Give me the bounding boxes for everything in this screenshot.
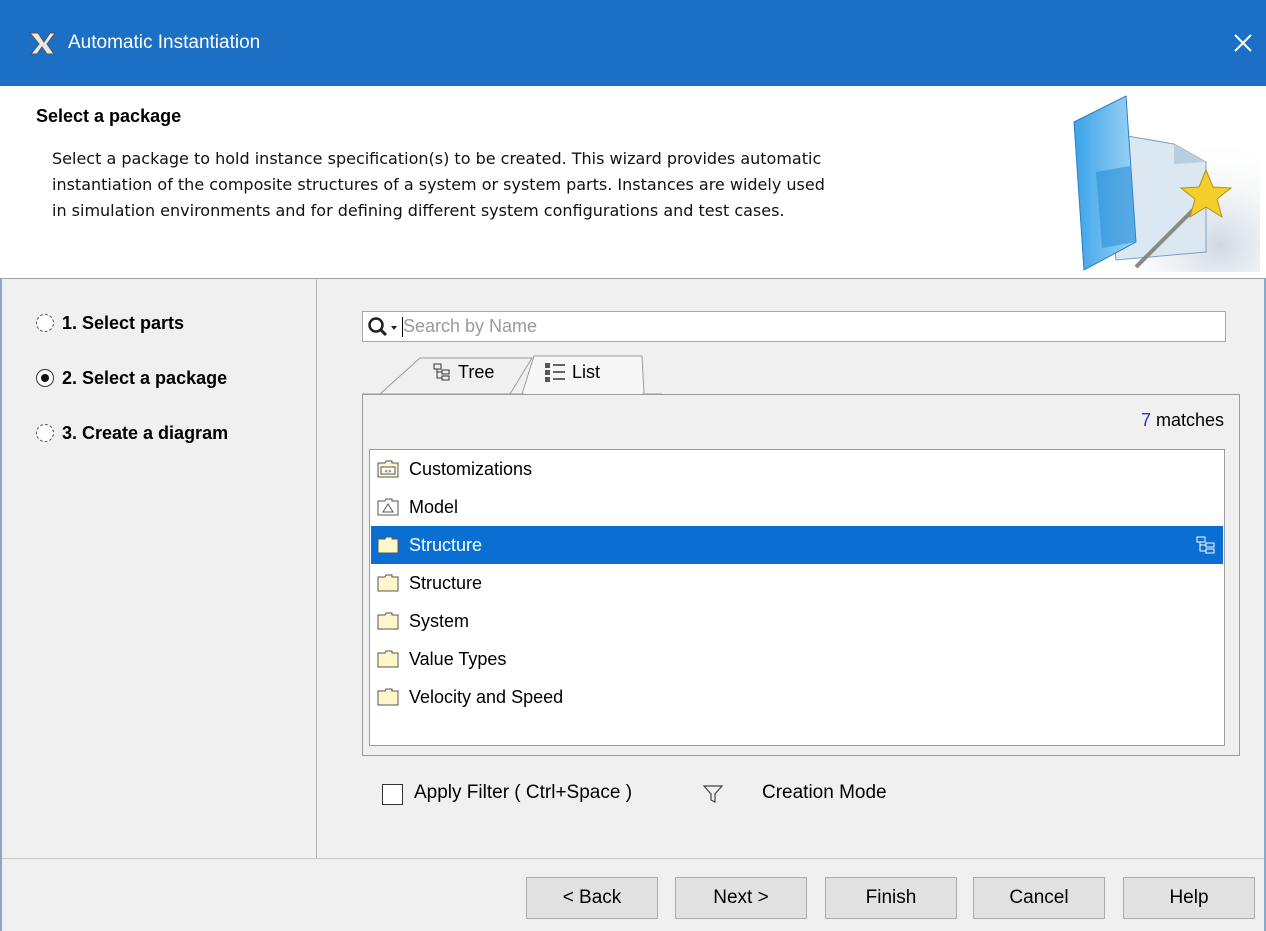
search-input[interactable] [401, 313, 1213, 340]
list-item[interactable]: System [371, 602, 1223, 640]
help-button[interactable]: Help [1123, 877, 1255, 919]
list-item-label: Structure [409, 534, 483, 555]
button-bar-divider [2, 858, 1264, 859]
close-icon [1234, 34, 1252, 52]
show-in-tree-icon[interactable] [1195, 535, 1217, 555]
list-item-label: Customizations [409, 458, 533, 479]
tab-list[interactable]: List [544, 358, 600, 386]
wizard-folder-icon [1056, 92, 1260, 272]
window-title: Automatic Instantiation [68, 32, 261, 53]
vertical-divider [316, 278, 317, 858]
step-label: 1. Select parts [62, 312, 185, 333]
package-list[interactable]: «» Customizations Model Structure Struct… [369, 449, 1225, 746]
package-icon [377, 688, 399, 706]
creation-mode-link[interactable]: Creation Mode [762, 782, 887, 804]
step-radio[interactable] [36, 314, 54, 332]
wizard-header: Select a package Select a package to hol… [0, 86, 1266, 279]
package-icon [377, 536, 399, 554]
step-label: 3. Create a diagram [62, 422, 229, 443]
apply-filter-checkbox[interactable] [382, 784, 403, 805]
step-select-parts[interactable]: 1. Select parts [36, 310, 228, 336]
list-icon [545, 363, 565, 382]
search-icon[interactable] [367, 316, 403, 338]
match-count: 7 matches [1141, 410, 1224, 431]
page-description: Select a package to hold instance specif… [52, 146, 1052, 224]
title-bar: Automatic Instantiation [0, 0, 1266, 86]
step-radio[interactable] [36, 369, 54, 387]
tab-list-label: List [572, 361, 601, 382]
finish-button[interactable]: Finish [825, 877, 957, 919]
tab-strip [362, 355, 662, 395]
list-item-label: Velocity and Speed [409, 686, 564, 707]
match-count-number: 7 [1140, 410, 1151, 430]
apply-filter-label[interactable]: Apply Filter ( Ctrl+Space ) [414, 782, 632, 804]
list-item-label: Value Types [409, 648, 507, 669]
list-item[interactable]: Velocity and Speed [371, 678, 1223, 716]
window-border-left [0, 278, 2, 931]
customization-package-icon: «» [377, 460, 399, 478]
description-line: Select a package to hold instance specif… [52, 149, 822, 168]
next-button[interactable]: Next > [675, 877, 807, 919]
list-item[interactable]: Value Types [371, 640, 1223, 678]
page-title: Select a package [36, 106, 182, 126]
description-line: in simulation environments and for defin… [52, 201, 785, 220]
close-button[interactable] [1220, 18, 1266, 68]
svg-text:«»: «» [384, 468, 392, 475]
step-radio[interactable] [36, 424, 54, 442]
text-caret [402, 317, 403, 337]
step-create-diagram[interactable]: 3. Create a diagram [36, 420, 228, 446]
list-item[interactable]: Model [371, 488, 1223, 526]
package-icon [377, 574, 399, 592]
back-button[interactable]: < Back [526, 877, 658, 919]
wizard-steps: 1. Select parts 2. Select a package 3. C… [36, 310, 228, 475]
filter-icon[interactable] [702, 783, 724, 805]
list-item-label: System [409, 610, 470, 631]
cancel-button[interactable]: Cancel [973, 877, 1105, 919]
tab-tree-label: Tree [458, 361, 495, 382]
package-icon [377, 650, 399, 668]
match-count-suffix: matches [1150, 410, 1224, 430]
list-item[interactable]: Structure [371, 564, 1223, 602]
tree-icon [433, 363, 450, 381]
list-item[interactable]: «» Customizations [371, 450, 1223, 488]
package-icon [377, 612, 399, 630]
step-label: 2. Select a package [62, 367, 228, 388]
tab-tree[interactable]: Tree [432, 358, 494, 386]
list-item-label: Structure [409, 572, 483, 593]
description-line: instantiation of the composite structure… [52, 175, 825, 194]
app-logo-icon [28, 32, 56, 55]
list-item[interactable]: Structure [371, 526, 1223, 564]
list-item-label: Model [409, 496, 459, 517]
step-select-package[interactable]: 2. Select a package [36, 365, 228, 391]
search-box[interactable] [362, 311, 1226, 342]
model-icon [377, 498, 399, 516]
